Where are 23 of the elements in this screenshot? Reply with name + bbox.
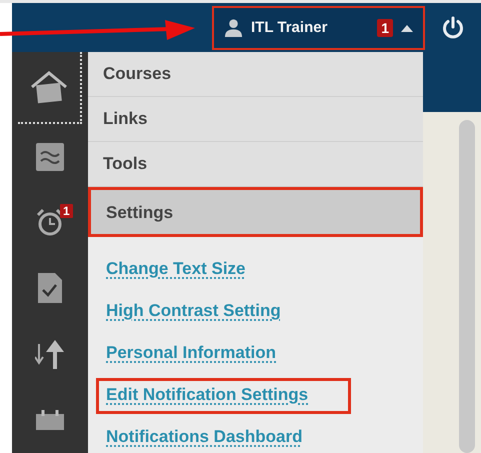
person-icon — [224, 18, 243, 37]
wave-lines-icon — [35, 142, 65, 172]
menu-item[interactable]: Settings — [88, 187, 423, 237]
up-down-arrows-icon — [35, 338, 65, 370]
sidebar-item[interactable] — [18, 52, 82, 124]
notification-badge: 1 — [60, 204, 73, 218]
house-icon — [29, 70, 69, 104]
menu-item[interactable]: Links — [88, 97, 423, 142]
menu-link[interactable]: Change Text Size — [96, 252, 288, 288]
notification-badge: 1 — [377, 18, 393, 36]
menu-item[interactable]: Courses — [88, 52, 423, 97]
scrollbar[interactable] — [459, 120, 475, 453]
menu-link[interactable]: Notifications Dashboard — [96, 420, 346, 453]
user-menu-button[interactable]: ITL Trainer 1 — [212, 6, 425, 50]
menu-item[interactable]: Tools — [88, 142, 423, 187]
document-check-icon — [37, 272, 63, 304]
sidebar-item[interactable]: 1 — [12, 190, 88, 256]
menu-link[interactable]: High Contrast Setting — [96, 294, 324, 330]
power-icon[interactable] — [441, 16, 465, 40]
caret-icon — [401, 24, 413, 32]
menu-link[interactable]: Edit Notification Settings — [96, 378, 352, 414]
menu-link[interactable]: Personal Information — [96, 336, 320, 372]
calendar-icon — [35, 410, 65, 430]
